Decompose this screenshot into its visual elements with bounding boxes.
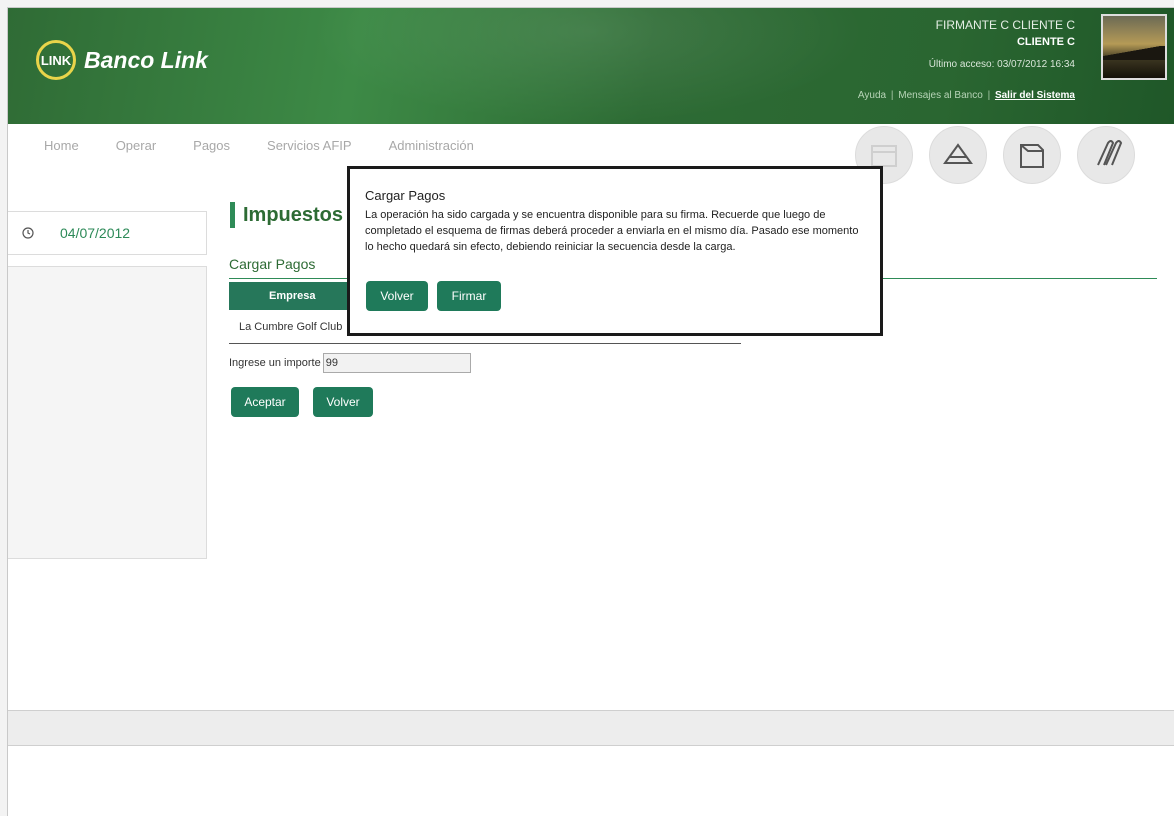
nav-item-operar[interactable]: Operar [116, 138, 156, 153]
footer-bar [8, 710, 1174, 746]
envelope-icon[interactable] [929, 126, 987, 184]
logout-link[interactable]: Salir del Sistema [995, 90, 1075, 101]
nav-item-pagos[interactable]: Pagos [193, 138, 230, 153]
bank-name: Banco Link [84, 46, 208, 73]
section-subtitle: Cargar Pagos [229, 256, 316, 272]
amount-input[interactable] [322, 353, 471, 373]
clock-icon [22, 227, 34, 239]
confirmation-dialog: Cargar Pagos La operación ha sido cargad… [347, 166, 883, 336]
header-links: Ayuda | Mensajes al Banco | Salir del Si… [857, 90, 1075, 101]
last-access: Último acceso: 03/07/2012 16:34 [928, 59, 1075, 70]
client-name: CLIENTE C [1016, 36, 1075, 48]
bank-logo[interactable]: LINK Banco Link [36, 40, 208, 80]
page-title-text: Impuestos [243, 203, 344, 226]
avatar [1101, 14, 1167, 80]
current-date: 04/07/2012 [60, 225, 131, 241]
dialog-title: Cargar Pagos [365, 188, 446, 203]
main-nav: Home Operar Pagos Servicios AFIP Adminis… [8, 124, 1174, 184]
help-link[interactable]: Ayuda [858, 90, 886, 101]
side-panel [8, 266, 207, 559]
messages-link[interactable]: Mensajes al Banco [898, 90, 983, 101]
accept-button[interactable]: Aceptar [231, 387, 299, 417]
link-logo-mark: LINK [36, 40, 76, 80]
back-button[interactable]: Volver [313, 387, 373, 417]
quick-icons [855, 126, 1135, 184]
dialog-back-button[interactable]: Volver [366, 281, 428, 311]
site-header: LINK Banco Link FIRMANTE C CLIENTE C CLI… [8, 8, 1174, 124]
user-name: FIRMANTE C CLIENTE C [935, 18, 1075, 32]
page-title: Impuestos [230, 201, 343, 229]
paperclip-icon[interactable] [1077, 126, 1135, 184]
nav-item-administracion[interactable]: Administración [389, 138, 474, 153]
date-box: 04/07/2012 [8, 211, 207, 255]
nav-item-home[interactable]: Home [44, 138, 79, 153]
nav-item-servicios-afip[interactable]: Servicios AFIP [267, 138, 352, 153]
amount-row: Ingrese un importe [229, 353, 471, 373]
dialog-sign-button[interactable]: Firmar [437, 281, 501, 311]
user-info: FIRMANTE C CLIENTE C CLIENTE C Último ac… [929, 18, 1075, 76]
amount-label: Ingrese un importe [229, 357, 321, 369]
folder-icon[interactable] [1003, 126, 1061, 184]
browser-viewport: LINK Banco Link FIRMANTE C CLIENTE C CLI… [7, 7, 1174, 816]
dialog-message: La operación ha sido cargada y se encuen… [365, 209, 859, 253]
